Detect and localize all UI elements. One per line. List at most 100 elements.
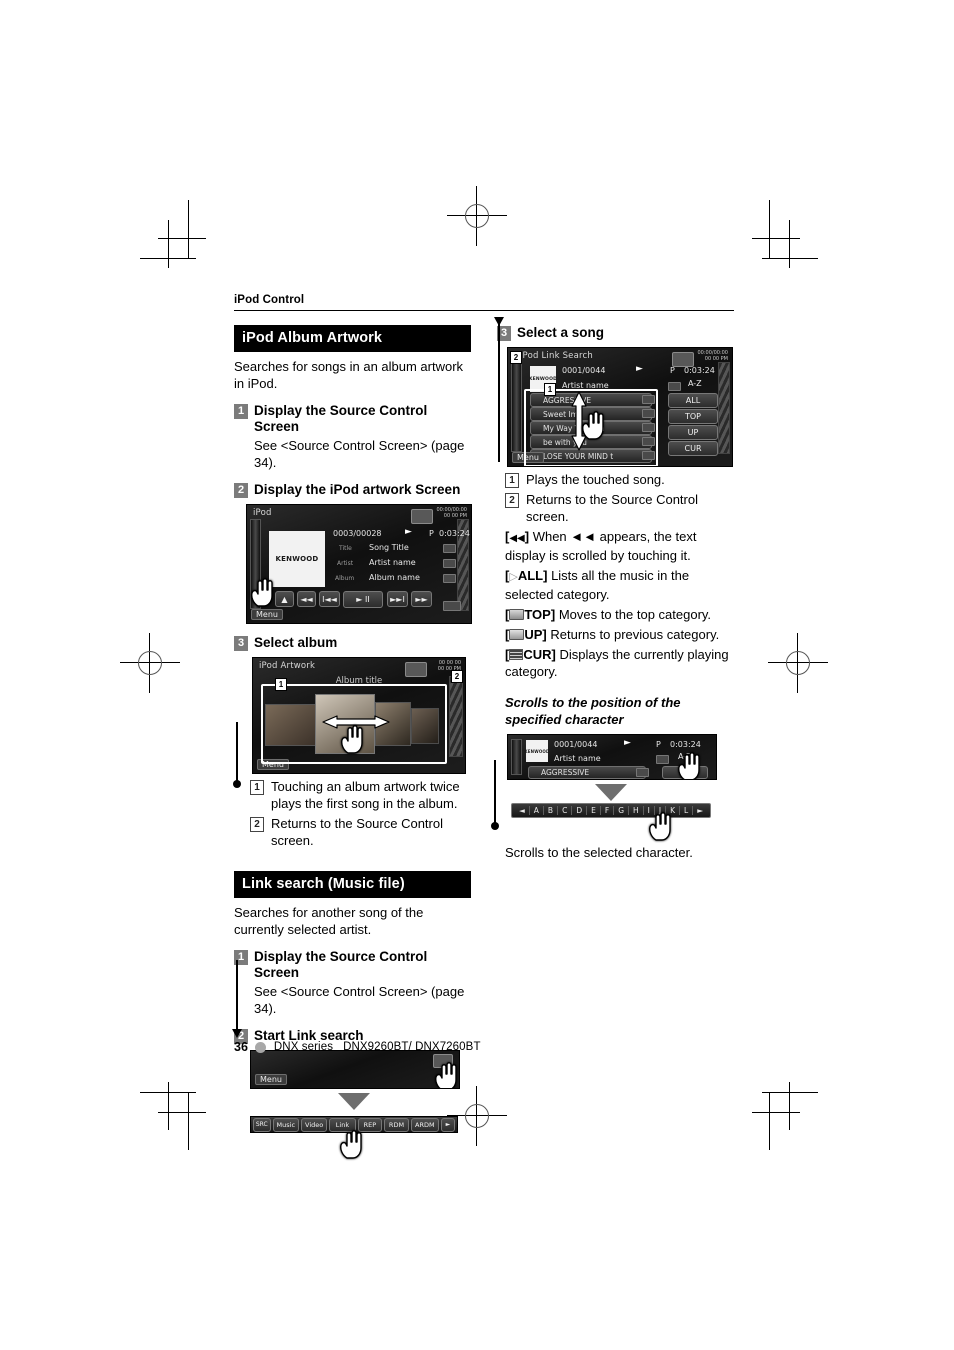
section-banner-link-search: Link search (Music file) xyxy=(234,871,471,898)
transport-fastforward-button[interactable]: ►► xyxy=(411,591,432,607)
transport-next-button[interactable]: ►►I xyxy=(387,591,408,607)
section-banner-ipod-album-artwork: iPod Album Artwork xyxy=(234,325,471,352)
left-scroll-rail[interactable] xyxy=(511,739,522,775)
transport-rewind-button[interactable]: ◄◄ xyxy=(297,591,316,607)
alphabet-bar[interactable]: ◄ A B C D E F G H I J K L ► xyxy=(511,803,711,818)
section1-intro: Searches for songs in an album artwork i… xyxy=(234,359,464,391)
screen-control-icon[interactable] xyxy=(672,352,694,367)
row-label-artist: Artist xyxy=(337,560,354,567)
step-3-select-album: 3 Select album xyxy=(234,635,471,651)
right-callout-rule-2 xyxy=(494,760,496,826)
crop-mark-top-right xyxy=(748,200,818,270)
left-scroll-rail[interactable] xyxy=(511,362,522,452)
rewind-icon: ◀◀ xyxy=(509,533,525,544)
play-status-icon: ► xyxy=(405,527,412,537)
flow-arrow-down xyxy=(507,784,715,801)
category-button-top[interactable]: TOP xyxy=(668,409,718,424)
category-button-all[interactable]: ALL xyxy=(668,393,718,408)
alphabet-letter-c[interactable]: C xyxy=(557,806,571,815)
hand-cursor-icon xyxy=(338,1129,364,1159)
toolbar-button-ardm[interactable]: ARDM xyxy=(410,1117,439,1132)
text-scroll-button[interactable] xyxy=(668,382,681,391)
clock-display: 00:00/00:00 00 00 PM xyxy=(697,350,728,362)
menu-button[interactable]: Menu xyxy=(255,1074,287,1085)
hand-cursor-icon xyxy=(433,1061,459,1088)
menu-button[interactable]: Menu xyxy=(251,609,283,620)
right-rail xyxy=(718,362,730,454)
left-callout-rule xyxy=(236,722,238,782)
note-number: 2 xyxy=(250,817,264,832)
step-1-display-source-control-2: 1 Display the Source Control Screen xyxy=(234,949,471,981)
callout-number-2: 2 xyxy=(451,670,463,683)
track-counter: 0001/0044 xyxy=(554,740,598,749)
alphabet-letter-e[interactable]: E xyxy=(586,806,600,815)
key-definition-up: [UP] Returns to previous category. xyxy=(505,626,734,643)
alphabet-prev-arrow[interactable]: ◄ xyxy=(515,806,529,815)
key-bracket-close: ] xyxy=(524,529,530,544)
hand-cursor-icon xyxy=(647,811,673,841)
alphabet-letter-g[interactable]: G xyxy=(613,806,628,815)
category-button-cur[interactable]: CUR xyxy=(668,441,718,456)
toolbar-button-rdm[interactable]: RDM xyxy=(384,1117,409,1132)
callout-region-artwork xyxy=(261,684,447,764)
song-list-item[interactable]: AGGRESSIVE xyxy=(528,766,646,779)
right-rail[interactable] xyxy=(449,676,463,757)
options-button[interactable] xyxy=(443,601,461,611)
key-bracket-close: ] xyxy=(543,568,548,583)
alphabet-letter-l[interactable]: L xyxy=(679,806,692,815)
key-label: CUR xyxy=(523,647,552,662)
footer-series: DNX series xyxy=(273,1041,334,1053)
elapsed-time: 0:03:24 xyxy=(684,366,715,375)
key-label: UP xyxy=(524,627,543,642)
note-number: 1 xyxy=(505,473,519,488)
key-definition-cur: [CUR] Displays the currently playing cat… xyxy=(505,646,734,680)
hand-cursor-icon xyxy=(249,577,275,607)
row-label-title: Title xyxy=(339,545,352,552)
key-bracket-close: ] xyxy=(542,627,547,642)
step-title: Display the Source Control Screen xyxy=(254,949,428,980)
alphabet-letter-b[interactable]: B xyxy=(542,806,557,815)
text-scroll-button[interactable] xyxy=(443,559,456,568)
alphabet-letter-d[interactable]: D xyxy=(571,806,586,815)
toolbar-button-video[interactable]: Video xyxy=(300,1117,328,1132)
alphabet-letter-f[interactable]: F xyxy=(599,806,613,815)
text-scroll-button[interactable] xyxy=(636,768,649,777)
text-scroll-button[interactable] xyxy=(443,544,456,553)
play-status-icon: ► xyxy=(636,364,643,374)
screen-control-icon[interactable] xyxy=(405,662,427,677)
elapsed-time: 0:03:24 xyxy=(670,740,701,749)
toolbar-button-more[interactable]: ► xyxy=(440,1117,455,1132)
step-number: 3 xyxy=(234,636,248,651)
left-column: iPod Album Artwork Searches for songs in… xyxy=(234,325,472,1159)
screenshot-az-partial: KENWOOD 0001/0044 ► P 0:03:24 Artist nam… xyxy=(507,734,717,780)
play-mode: P xyxy=(429,529,434,538)
right-column-notes: 1 Plays the touched song. 2 Returns to t… xyxy=(505,471,734,525)
alphabet-letter-h[interactable]: H xyxy=(628,806,643,815)
key-description: When ◄◄ appears, the text display is scr… xyxy=(505,529,697,563)
screen-control-icon[interactable] xyxy=(411,509,433,524)
transport-up-button[interactable]: ▲ xyxy=(275,591,294,607)
character-scroll-caption: Scrolls to the selected character. xyxy=(505,845,693,860)
screenshot-ipod-source-control: iPod 00:00/00:00 00 00 PM KENWOOD 0003/0… xyxy=(246,504,472,624)
step-title: Display the iPod artwork Screen xyxy=(254,482,461,497)
footer-models: DNX9260BT/ DNX7260BT xyxy=(343,1041,481,1053)
az-button[interactable]: A-Z xyxy=(688,379,702,388)
category-button-up[interactable]: UP xyxy=(668,425,718,440)
key-label: TOP xyxy=(524,607,551,622)
text-scroll-button[interactable] xyxy=(656,755,669,764)
alphabet-bar-wrapper: ◄ A B C D E F G H I J K L ► xyxy=(507,803,715,841)
screenshot-link-start-bar: Menu xyxy=(250,1050,460,1089)
section1-notes: 1 Touching an album artwork twice plays … xyxy=(250,778,471,849)
alphabet-next-arrow[interactable]: ► xyxy=(692,806,707,815)
toolbar-button-music[interactable]: Music xyxy=(272,1117,299,1132)
key-definition-rewind: [◀◀] When ◄◄ appears, the text display i… xyxy=(505,528,734,564)
alphabet-letter-a[interactable]: A xyxy=(528,806,543,815)
transport-previous-button[interactable]: I◄◄ xyxy=(319,591,340,607)
toolbar-button-src[interactable]: SRC xyxy=(253,1117,271,1132)
registration-mark-right xyxy=(768,633,828,693)
running-head: iPod Control xyxy=(234,294,305,306)
screen-title: iPod Artwork xyxy=(259,661,316,671)
transport-play-pause-button[interactable]: ► II xyxy=(343,591,383,608)
text-scroll-button[interactable] xyxy=(443,574,456,583)
step-title: Display the Source Control Screen xyxy=(254,403,428,434)
